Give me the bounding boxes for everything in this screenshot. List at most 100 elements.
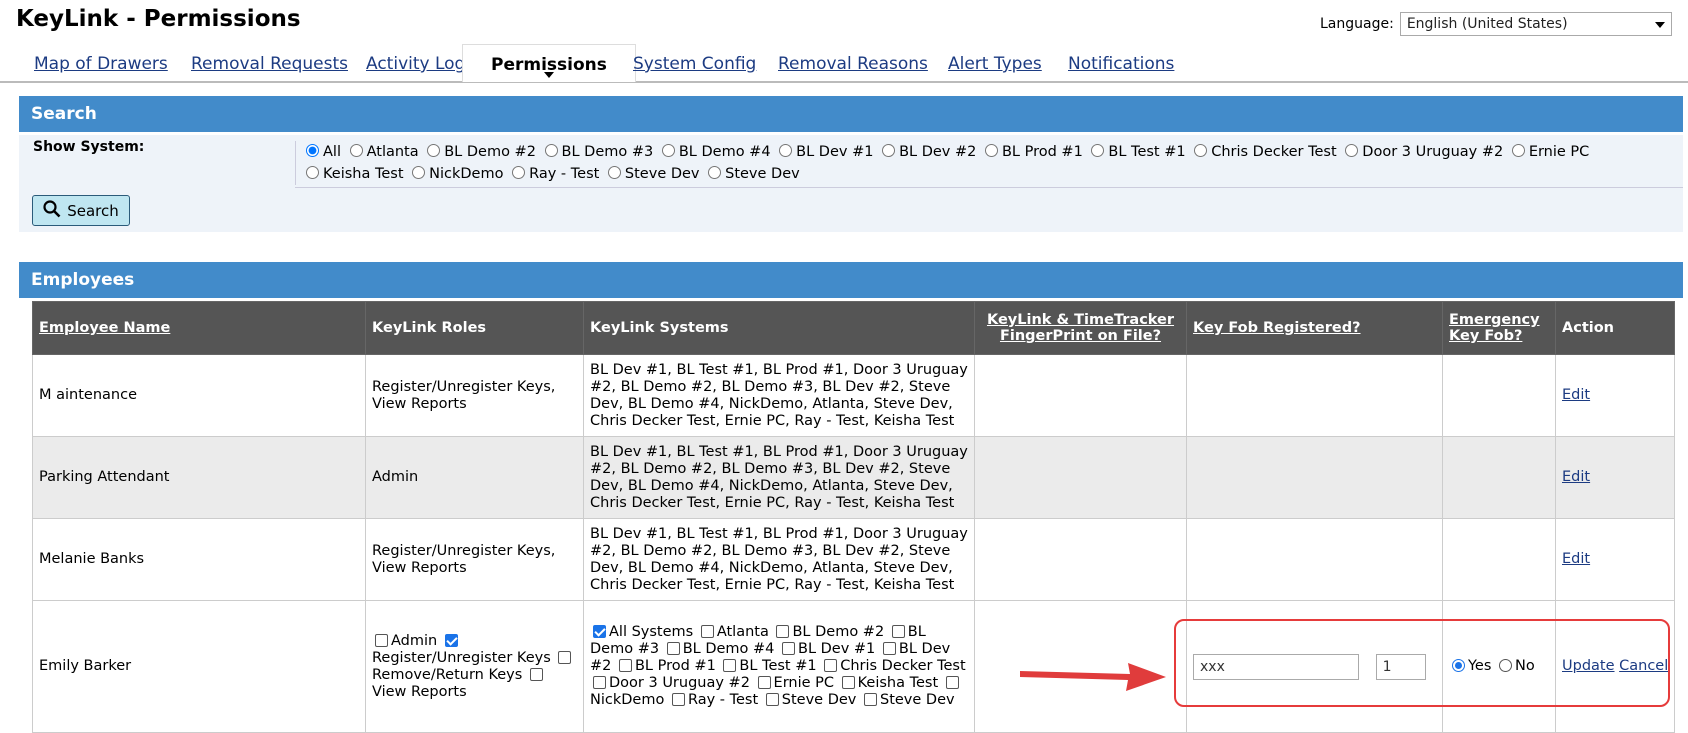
system-checkbox[interactable]	[824, 659, 838, 672]
system-checkbox[interactable]	[782, 642, 795, 655]
system-filter-radio[interactable]	[1511, 144, 1525, 157]
system-option[interactable]: Atlanta	[698, 624, 769, 640]
system-filter-radio[interactable]	[708, 166, 722, 179]
emergency-no-radio[interactable]	[1499, 659, 1513, 672]
system-filter-radio[interactable]	[544, 144, 558, 157]
system-filter-option[interactable]: BL Demo #4	[660, 144, 771, 160]
role-checkbox[interactable]	[558, 650, 572, 664]
update-link[interactable]: Update	[1562, 658, 1615, 674]
system-option[interactable]: Ray - Test	[669, 692, 758, 708]
edit-link[interactable]: Edit	[1562, 469, 1590, 485]
system-option[interactable]: Chris Decker Test	[821, 658, 966, 674]
system-filter-radio[interactable]	[512, 166, 526, 179]
role-checkbox[interactable]	[444, 633, 458, 647]
system-filter-option[interactable]: BL Prod #1	[983, 144, 1083, 160]
system-filter-radio[interactable]	[349, 144, 363, 157]
system-filter-radio[interactable]	[882, 144, 896, 157]
system-filter-option[interactable]: BL Demo #3	[543, 144, 653, 160]
employee-roles: Register/Unregister Keys, View Reports	[365, 518, 584, 601]
system-checkbox[interactable]	[863, 693, 877, 706]
system-filter-label: BL Test #1	[1108, 144, 1186, 160]
system-filter-option[interactable]: NickDemo	[410, 166, 503, 182]
system-option[interactable]: BL Demo #2	[773, 624, 884, 640]
language-select[interactable]: English (United States)	[1399, 12, 1672, 36]
system-checkbox[interactable]	[757, 676, 771, 689]
system-option[interactable]: Steve Dev	[763, 692, 856, 708]
key-fob-input[interactable]	[1193, 653, 1359, 680]
system-filter-option[interactable]: All	[304, 144, 341, 160]
system-option[interactable]: Steve Dev	[861, 692, 955, 708]
tab-removal-reasons[interactable]: Removal Reasons	[778, 54, 928, 74]
system-checkbox[interactable]	[765, 693, 779, 706]
system-checkbox[interactable]	[945, 676, 959, 689]
emergency-yes-radio[interactable]	[1452, 659, 1465, 672]
system-filter-radio[interactable]	[661, 144, 675, 157]
role-option[interactable]: Admin	[372, 633, 437, 649]
system-filter-option[interactable]: Door 3 Uruguay #2	[1343, 144, 1503, 160]
edit-link[interactable]: Edit	[1562, 387, 1590, 403]
system-filter-radio[interactable]	[306, 166, 319, 179]
system-checkbox[interactable]	[891, 625, 905, 638]
system-filter-option[interactable]: Ray - Test	[510, 166, 599, 182]
system-option[interactable]: BL Dev #1	[779, 641, 875, 657]
system-option[interactable]: BL Demo #4	[664, 641, 774, 657]
system-filter-radio[interactable]	[306, 144, 319, 157]
system-filter-option[interactable]: Ernie PC	[1510, 144, 1589, 160]
system-checkbox[interactable]	[882, 642, 896, 655]
system-filter-radio[interactable]	[1194, 144, 1208, 157]
tab-permissions[interactable]: Permissions	[462, 44, 636, 82]
system-checkbox[interactable]	[593, 676, 606, 689]
employees-panel-header: Employees	[19, 262, 1683, 298]
system-checkbox[interactable]	[593, 625, 606, 638]
system-filter-radio[interactable]	[427, 144, 441, 157]
system-filter-option[interactable]: Steve Dev	[606, 166, 700, 182]
role-label: Admin	[391, 632, 438, 649]
system-filter-radio[interactable]	[607, 166, 621, 179]
system-option[interactable]: BL Test #1	[720, 658, 817, 674]
keyfob-cell	[1186, 436, 1443, 519]
cancel-link[interactable]: Cancel	[1619, 658, 1668, 674]
system-checkbox[interactable]	[618, 659, 632, 672]
system-checkbox[interactable]	[723, 659, 737, 672]
system-filter-option[interactable]: BL Demo #2	[425, 144, 536, 160]
system-filter-radio[interactable]	[1345, 144, 1359, 157]
edit-link[interactable]: Edit	[1562, 551, 1590, 567]
system-filter-option[interactable]: Keisha Test	[304, 166, 404, 182]
role-checkbox[interactable]	[375, 633, 388, 647]
col-header-fingerprint[interactable]: KeyLink & TimeTracker FingerPrint on Fil…	[974, 301, 1187, 355]
system-filter-radio[interactable]	[412, 166, 426, 179]
tab-notifications[interactable]: Notifications	[1068, 54, 1174, 74]
system-option[interactable]: Door 3 Uruguay #2	[590, 675, 750, 691]
tab-map-of-drawers[interactable]: Map of Drawers	[34, 54, 168, 74]
col-header-emergency-key-fob[interactable]: Emergency Key Fob?	[1442, 301, 1556, 355]
system-filter-option[interactable]: Steve Dev	[706, 166, 800, 182]
search-button[interactable]: Search	[32, 195, 130, 226]
tab-system-config[interactable]: System Config	[633, 54, 756, 74]
tab-activity-log[interactable]: Activity Log	[366, 54, 465, 74]
fingerprint-cell	[974, 436, 1187, 519]
system-filter-radio[interactable]	[779, 144, 793, 157]
system-option[interactable]: All Systems	[590, 624, 693, 640]
system-checkbox[interactable]	[666, 642, 680, 655]
system-filter-option[interactable]: BL Dev #1	[777, 144, 873, 160]
key-fob-number-input[interactable]	[1375, 653, 1426, 680]
system-filter-option[interactable]: Atlanta	[348, 144, 419, 160]
chevron-down-icon	[1654, 16, 1665, 32]
system-checkbox[interactable]	[776, 625, 790, 638]
system-option[interactable]: Ernie PC	[755, 675, 834, 691]
system-filter-option[interactable]: BL Dev #2	[880, 144, 976, 160]
col-header-key-fob-registered[interactable]: Key Fob Registered?	[1186, 301, 1443, 355]
system-checkbox[interactable]	[700, 625, 714, 638]
system-checkbox[interactable]	[671, 693, 685, 706]
system-filter-option[interactable]: Chris Decker Test	[1192, 144, 1337, 160]
system-filter-option[interactable]: BL Test #1	[1089, 144, 1186, 160]
tab-alert-types[interactable]: Alert Types	[948, 54, 1042, 74]
system-checkbox[interactable]	[841, 676, 855, 689]
system-option[interactable]: Keisha Test	[839, 675, 938, 691]
tab-removal-requests[interactable]: Removal Requests	[191, 54, 348, 74]
role-checkbox[interactable]	[529, 667, 543, 681]
system-filter-radio[interactable]	[1091, 144, 1105, 157]
system-option[interactable]: BL Prod #1	[616, 658, 716, 674]
col-header-employee-name[interactable]: Employee Name	[32, 301, 366, 355]
system-filter-radio[interactable]	[984, 144, 998, 157]
